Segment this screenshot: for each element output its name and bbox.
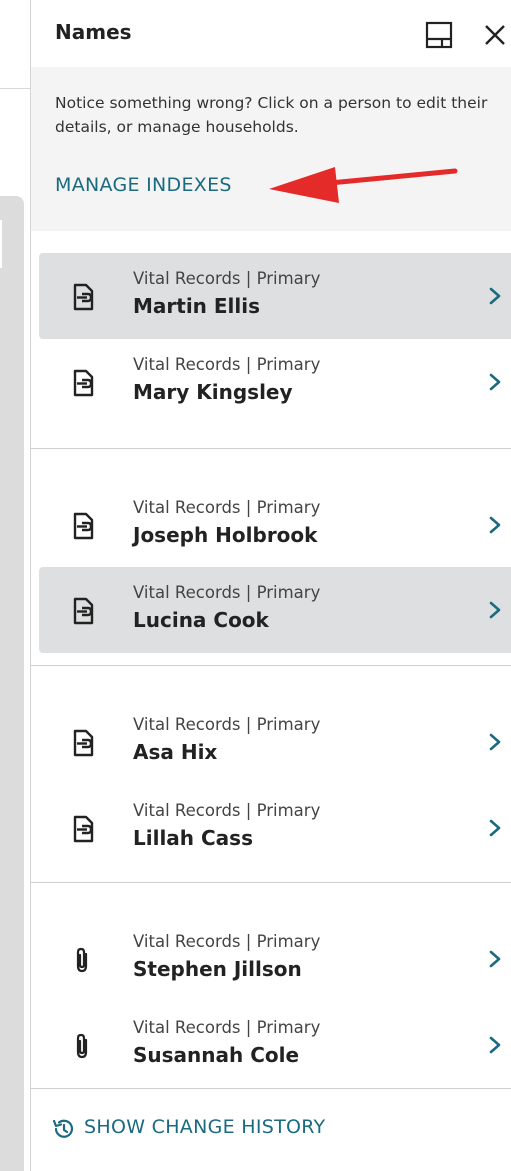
person-row[interactable]: Vital Records | Primary Lucina Cook: [39, 567, 511, 653]
dock-panel-button[interactable]: [425, 20, 453, 50]
person-row[interactable]: Vital Records | Primary Stephen Jillson: [39, 916, 511, 1002]
background-card-tab: [0, 220, 2, 268]
document-link-icon: [69, 282, 97, 312]
change-history-footer: SHOW CHANGE HISTORY: [31, 1088, 511, 1171]
person-name: Susannah Cole: [133, 1043, 300, 1067]
background-card: [0, 196, 24, 1171]
person-row[interactable]: Vital Records | Primary Mary Kingsley: [39, 339, 511, 425]
close-button[interactable]: [483, 22, 507, 48]
person-row[interactable]: Vital Records | Primary Joseph Holbrook: [39, 482, 511, 568]
paperclip-icon: [69, 945, 97, 975]
person-record-type: Vital Records | Primary: [133, 1018, 321, 1037]
history-icon: [52, 1119, 74, 1138]
person-name: Lillah Cass: [133, 826, 253, 850]
panel-header: Names: [31, 0, 511, 67]
person-record-type: Vital Records | Primary: [133, 801, 321, 820]
divider: [0, 88, 30, 89]
chevron-right-icon[interactable]: [487, 948, 503, 970]
chevron-right-icon[interactable]: [487, 1034, 503, 1056]
document-link-icon: [69, 368, 97, 398]
person-name: Mary Kingsley: [133, 380, 293, 404]
person-name: Joseph Holbrook: [133, 523, 318, 547]
person-row[interactable]: Vital Records | Primary Lillah Cass: [39, 785, 511, 871]
close-icon: [485, 25, 505, 45]
household-group: Vital Records | Primary Joseph Holbrook Vi…: [31, 448, 511, 665]
document-link-icon: [69, 728, 97, 758]
person-record-type: Vital Records | Primary: [133, 355, 321, 374]
chevron-right-icon[interactable]: [487, 817, 503, 839]
red-arrow-annotation: [269, 167, 458, 203]
person-record-type: Vital Records | Primary: [133, 583, 321, 602]
show-change-history-link[interactable]: SHOW CHANGE HISTORY: [84, 1116, 325, 1138]
person-row[interactable]: Vital Records | Primary Asa Hix: [39, 699, 511, 785]
person-record-type: Vital Records | Primary: [133, 715, 321, 734]
chevron-right-icon[interactable]: [487, 731, 503, 753]
household-group: Vital Records | Primary Martin Ellis Vital…: [31, 231, 511, 448]
person-name: Lucina Cook: [133, 608, 269, 632]
paperclip-icon: [69, 1031, 97, 1061]
document-link-icon: [69, 814, 97, 844]
app-root: Names Notice something wrong? Click on a…: [0, 0, 511, 1171]
names-panel: Names Notice something wrong? Click on a…: [30, 0, 511, 1171]
background-page-strip: [0, 0, 30, 1171]
person-record-type: Vital Records | Primary: [133, 932, 321, 951]
person-name: Martin Ellis: [133, 294, 261, 318]
person-record-type: Vital Records | Primary: [133, 269, 321, 288]
chevron-right-icon[interactable]: [487, 285, 503, 307]
person-row[interactable]: Vital Records | Primary Martin Ellis: [39, 253, 511, 339]
chevron-right-icon[interactable]: [487, 599, 503, 621]
document-link-icon: [69, 596, 97, 626]
household-group: Vital Records | Primary Stephen Jillson Vi…: [31, 882, 511, 1088]
notice-box: Notice something wrong? Click on a perso…: [31, 67, 511, 231]
person-record-type: Vital Records | Primary: [133, 498, 321, 517]
document-link-icon: [69, 511, 97, 541]
household-group: Vital Records | Primary Asa Hix Vital Reco…: [31, 665, 511, 882]
panel-title: Names: [55, 20, 132, 44]
people-list: Vital Records | Primary Martin Ellis Vital…: [31, 231, 511, 1088]
manage-indexes-link[interactable]: MANAGE INDEXES: [55, 174, 232, 196]
person-name: Asa Hix: [133, 740, 218, 764]
person-row[interactable]: Vital Records | Primary Susannah Cole: [39, 1002, 511, 1088]
dock-panel-icon: [425, 21, 453, 49]
chevron-right-icon[interactable]: [487, 371, 503, 393]
chevron-right-icon[interactable]: [487, 514, 503, 536]
notice-text: Notice something wrong? Click on a perso…: [55, 94, 488, 136]
person-name: Stephen Jillson: [133, 957, 302, 981]
